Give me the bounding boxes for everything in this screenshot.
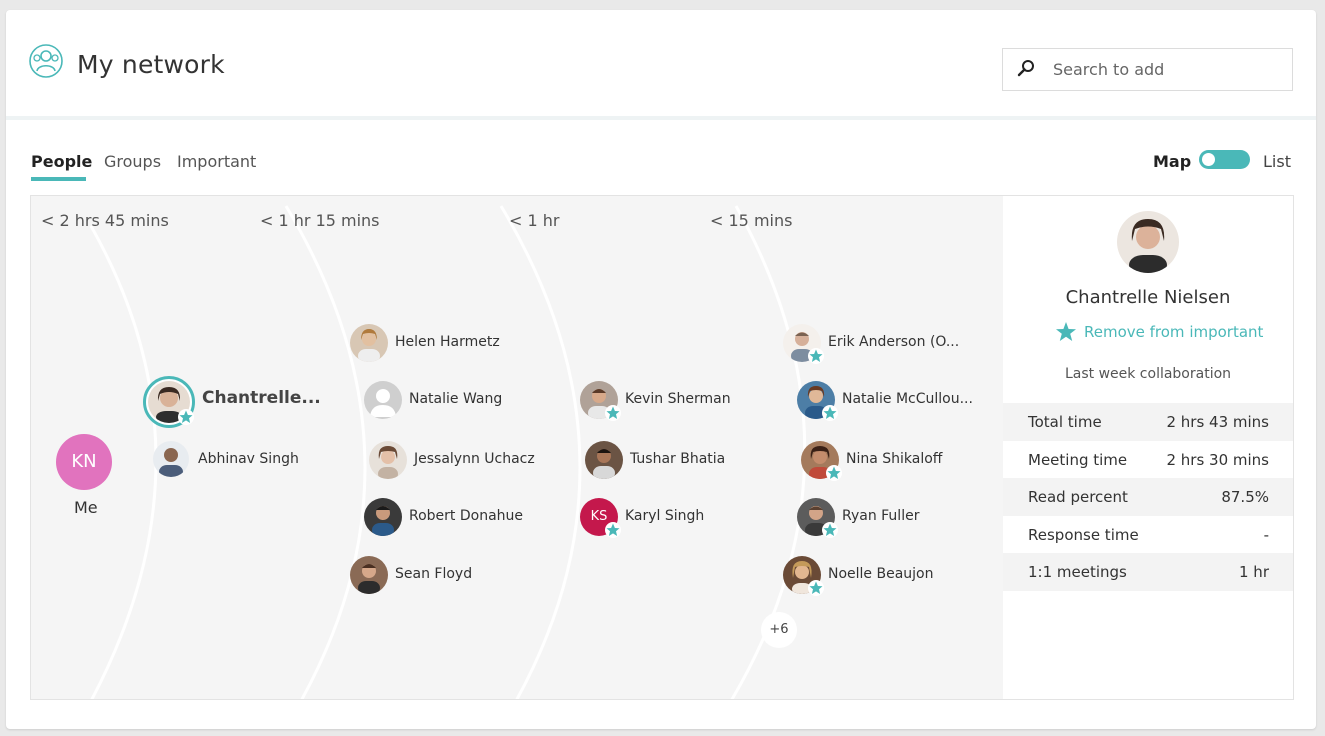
person-name: Nina Shikaloff (846, 451, 943, 467)
stat-value: 2 hrs 43 mins (1166, 413, 1269, 431)
stat-row: Response time - (1003, 516, 1293, 554)
more-people-button[interactable]: +6 (761, 612, 797, 648)
person-name: Natalie Wang (409, 391, 503, 407)
stat-row: Read percent 87.5% (1003, 478, 1293, 516)
stat-value: 1 hr (1239, 563, 1269, 582)
tab-groups[interactable]: Groups (104, 152, 161, 171)
stat-label: Read percent (1028, 488, 1128, 507)
my-network-card: My network People Groups Important Map L… (6, 10, 1316, 729)
stat-row: 1:1 meetings 1 hr (1003, 553, 1293, 591)
stat-label: Meeting time (1028, 450, 1128, 469)
important-star-icon (605, 405, 621, 421)
map-view-label[interactable]: Map (1153, 152, 1191, 171)
avatar (350, 556, 388, 594)
band-label: < 15 mins (710, 211, 793, 230)
person-detail-panel: Chantrelle Nielsen Remove from important… (1003, 195, 1294, 700)
band-label: < 1 hr 15 mins (260, 211, 380, 230)
avatar (153, 441, 189, 477)
important-star-icon (822, 405, 838, 421)
person-name: Abhinav Singh (198, 451, 299, 467)
stat-label: Total time (1028, 413, 1102, 431)
person-name: Ryan Fuller (842, 508, 920, 524)
search-icon (1017, 60, 1034, 77)
me-label: Me (74, 498, 98, 517)
person-name: Robert Donahue (409, 508, 524, 524)
stats-table: Total time 2 hrs 43 mins Meeting time 2 hr… (1003, 403, 1293, 591)
header: My network (6, 10, 1316, 120)
person-name: Noelle Beaujon (828, 566, 934, 582)
detail-avatar (1117, 211, 1179, 273)
map-list-toggle[interactable] (1199, 150, 1250, 169)
tab-important[interactable]: Important (177, 152, 256, 171)
active-tab-indicator (31, 177, 86, 181)
person-name: Helen Harmetz (395, 334, 500, 350)
stat-row: Total time 2 hrs 43 mins (1003, 403, 1293, 441)
stat-label: 1:1 meetings (1028, 563, 1127, 582)
person-name: Erik Anderson (O... (828, 334, 960, 350)
avatar (364, 498, 402, 536)
important-star-icon (605, 522, 621, 538)
person-name: Natalie McCullou... (842, 391, 973, 407)
detail-person-name: Chantrelle Nielsen (1065, 287, 1231, 308)
person-name: Kevin Sherman (625, 391, 731, 407)
toggle-knob (1202, 153, 1215, 166)
collaboration-period-label: Last week collaboration (1064, 366, 1232, 382)
star-icon (1056, 322, 1076, 341)
me-avatar[interactable]: KN (56, 434, 112, 490)
person-name: Karyl Singh (625, 508, 705, 524)
band-label: < 1 hr (509, 211, 560, 230)
stat-value: 2 hrs 30 mins (1166, 450, 1269, 469)
network-map: < 2 hrs 45 mins < 1 hr 15 mins < 1 hr < … (30, 195, 1004, 700)
search-input[interactable] (1053, 49, 1283, 90)
search-box[interactable] (1002, 48, 1293, 91)
network-people-icon (29, 44, 63, 78)
avatar (585, 441, 623, 479)
default-avatar-icon (364, 381, 402, 419)
list-view-label[interactable]: List (1263, 152, 1291, 171)
band-label: < 2 hrs 45 mins (41, 211, 169, 230)
person-name: Sean Floyd (395, 566, 473, 582)
tab-people[interactable]: People (31, 152, 92, 171)
stat-value: - (1263, 525, 1269, 544)
stat-label: Response time (1028, 525, 1139, 544)
person-name: Tushar Bhatia (630, 451, 726, 467)
important-star-icon (822, 522, 838, 538)
important-star-icon (178, 409, 194, 425)
avatar (369, 441, 407, 479)
stat-value: 87.5% (1221, 488, 1269, 507)
important-star-icon (808, 580, 824, 596)
stat-row: Meeting time 2 hrs 30 mins (1003, 441, 1293, 479)
person-name: Jessalynn Uchacz (414, 451, 535, 467)
selected-person-avatar[interactable] (143, 376, 195, 428)
important-star-icon (826, 465, 842, 481)
remove-label: Remove from important (1084, 323, 1264, 341)
important-star-icon (808, 348, 824, 364)
selected-person-name[interactable]: Chantrelle... (202, 388, 321, 408)
avatar (350, 324, 388, 362)
page-title: My network (77, 50, 225, 79)
